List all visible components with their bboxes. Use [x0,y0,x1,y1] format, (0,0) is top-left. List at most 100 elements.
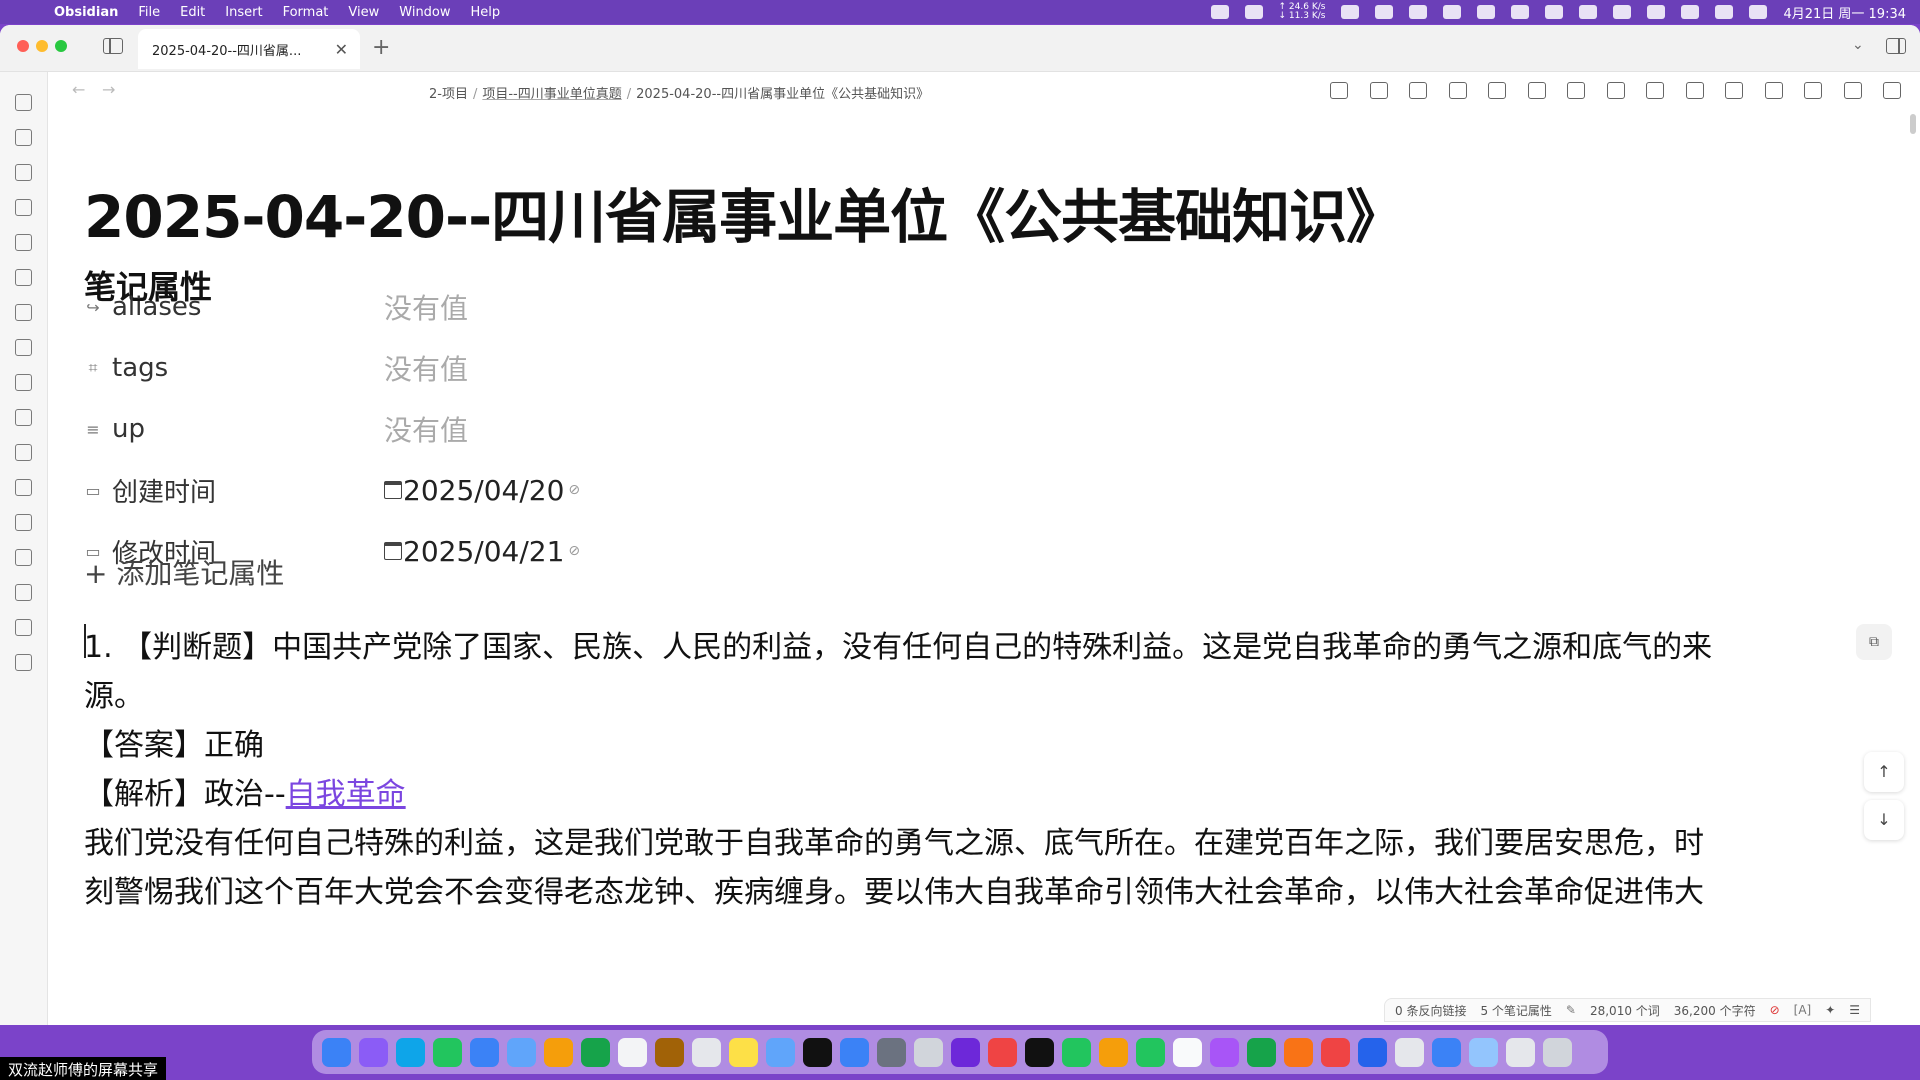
menu-format[interactable]: Format [283,5,329,20]
link-icon[interactable]: ⊘ [568,543,580,559]
obsidian-icon[interactable] [951,1037,980,1067]
status-icon-4[interactable] [1443,5,1462,19]
calendar-app-icon[interactable] [618,1037,647,1067]
close-icon[interactable]: ✕ [335,40,348,59]
property-key[interactable]: 创建时间 [112,472,384,509]
list-icon[interactable] [1804,82,1822,99]
safari-icon[interactable] [396,1037,425,1067]
tools-icon[interactable] [15,199,32,216]
git-branch-icon[interactable] [1764,82,1783,99]
forward-arrow-icon[interactable]: → [102,80,115,99]
notes-icon[interactable] [729,1037,758,1067]
pages-icon[interactable] [15,409,32,426]
menu-file[interactable]: File [138,5,160,20]
reminders-icon[interactable] [692,1037,721,1067]
comment-icon[interactable] [15,234,32,251]
trash-icon[interactable] [1646,82,1664,99]
status-icon-2[interactable] [1375,5,1394,19]
archive-icon[interactable] [1330,82,1348,99]
property-value[interactable]: 2025/04/20 ⊘ [384,474,580,507]
menu-app-name[interactable]: Obsidian [54,5,118,20]
breadcrumb-subfolder[interactable]: 项目--四川事业单位真题 [482,87,621,102]
left-sidebar-toggle-icon[interactable] [103,38,123,54]
copy-file-icon[interactable] [15,304,32,321]
mail-icon[interactable] [470,1037,499,1067]
window-minimize-button[interactable] [36,40,48,52]
pdf-app-icon[interactable] [988,1037,1017,1067]
outline-icon[interactable] [1369,82,1388,99]
status-icon-5[interactable] [1477,5,1496,19]
property-key[interactable]: up [112,414,384,444]
menu-window[interactable]: Window [399,5,450,20]
status-icon-3[interactable] [1409,5,1428,19]
more-options-icon[interactable] [1883,82,1901,99]
chat-app-icon[interactable] [1210,1037,1239,1067]
folder-icon[interactable] [1469,1037,1498,1067]
chart-icon[interactable] [1606,82,1625,99]
apple-tv-icon[interactable] [803,1037,832,1067]
download-icon[interactable] [1725,82,1743,99]
back-arrow-icon[interactable]: ← [72,80,85,99]
scrollbar[interactable] [1910,114,1916,134]
window-maximize-button[interactable] [55,40,67,52]
question-line[interactable]: 1. 【判断题】中国共产党除了国家、民族、人民的利益，没有任何自己的特殊利益。这… [84,622,1712,666]
chevron-down-icon[interactable]: ⌄ [1852,37,1864,53]
control-center-icon[interactable] [1749,5,1768,19]
photos-icon[interactable] [544,1037,573,1067]
terminal-icon[interactable] [15,444,32,461]
property-value[interactable]: 没有值 [384,287,468,327]
sparkle-icon[interactable]: ✦ [1825,1003,1835,1017]
percent-icon[interactable] [1448,82,1467,99]
app-store-icon[interactable] [840,1037,869,1067]
screen-mirror-icon[interactable] [1210,5,1229,19]
property-tags[interactable]: ⌗ tags 没有值 [84,348,684,388]
bulb-icon[interactable] [15,584,32,601]
smile-icon[interactable] [15,514,32,531]
language-indicator[interactable]: [A] [1794,1003,1812,1017]
menu-view[interactable]: View [348,5,379,20]
cloud-app-icon[interactable] [1432,1037,1461,1067]
page-title[interactable]: 2025-04-20--四川省属事业单位《公共基础知识》 [84,170,1404,254]
explanation-line[interactable]: 刻警惕我们这个百年大党会不会变得老态龙钟、疾病缠身。要以伟大自我革命引领伟大社会… [84,867,1704,911]
notes-book-icon[interactable] [655,1037,684,1067]
pencil-icon[interactable]: ✎ [1566,1003,1576,1017]
facetime-icon[interactable] [581,1037,610,1067]
edge-app-icon[interactable] [1358,1037,1387,1067]
property-up[interactable]: ≡ up 没有值 [84,409,684,449]
property-value[interactable]: 没有值 [384,348,468,388]
reading-view-icon[interactable] [1843,82,1862,99]
breadcrumb-folder[interactable]: 2-项目 [429,87,468,102]
sync-app-icon[interactable] [1136,1037,1165,1067]
tree-icon[interactable] [1685,82,1704,99]
wikilink[interactable]: 自我革命 [286,777,406,812]
list-icon[interactable]: ☰ [1849,1003,1860,1017]
percent-icon[interactable] [15,479,32,496]
copy-icon[interactable]: ⧉ [1856,624,1892,660]
netease-music-icon[interactable] [1321,1037,1350,1067]
question-line-cont[interactable]: 源。 [84,671,144,715]
line-app-icon[interactable] [1247,1037,1276,1067]
calendar-icon[interactable] [15,374,32,391]
launchpad-icon[interactable] [359,1037,388,1067]
panda-app-icon[interactable] [1173,1037,1202,1067]
property-aliases[interactable]: ↪ aliases 没有值 [84,287,684,327]
properties-count[interactable]: 5 个笔记属性 [1480,1002,1551,1019]
code-icon[interactable] [15,619,32,636]
property-key[interactable]: tags [112,353,384,383]
messages-icon[interactable] [433,1037,462,1067]
wifi-icon[interactable] [1681,5,1700,19]
canvas-icon[interactable] [15,129,32,146]
menu-help[interactable]: Help [471,5,501,20]
refresh-icon[interactable] [1567,82,1585,99]
export-icon[interactable] [1527,82,1546,99]
status-icon-1[interactable] [1341,5,1360,19]
grid-icon[interactable] [15,339,32,356]
flow-app-icon[interactable] [1284,1037,1313,1067]
answer-line[interactable]: 【答案】正确 [84,720,264,764]
template-icon[interactable] [15,164,32,181]
explanation-line[interactable]: 我们党没有任何自己特殊的利益，这是我们党敢于自我革命的勇气之源、底气所在。在建党… [84,818,1704,862]
freeform-icon[interactable] [766,1037,795,1067]
analysis-line[interactable]: 【解析】政治--自我革命 [84,769,406,813]
status-icon-6[interactable] [1545,5,1564,19]
link-icon[interactable]: ⊘ [568,482,580,498]
